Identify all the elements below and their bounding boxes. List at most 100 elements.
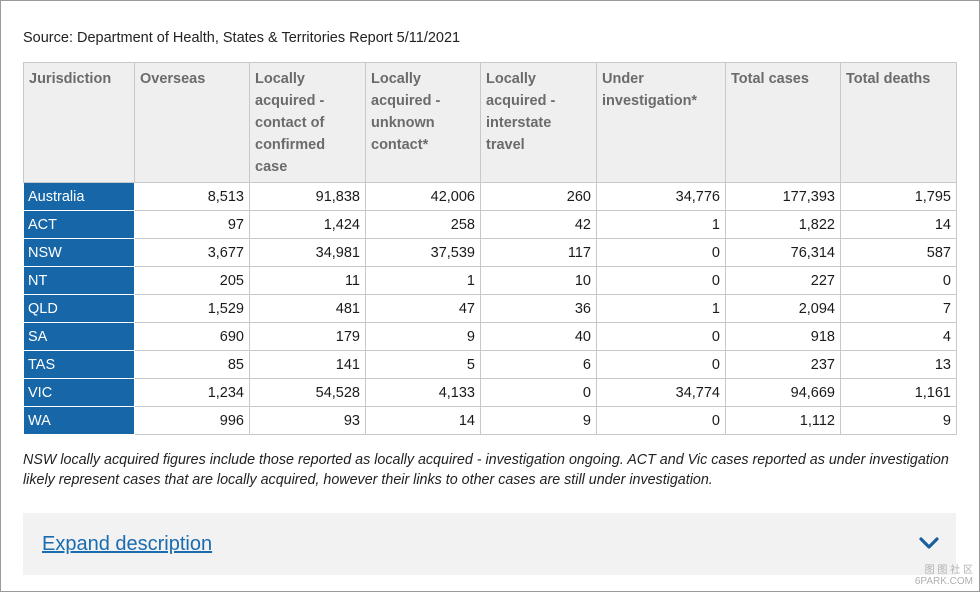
table-cell: 1,424: [249, 210, 366, 239]
watermark: 图 图 社 区 6PARK.COM: [915, 565, 973, 587]
jurisdiction-cell: NSW: [23, 238, 135, 267]
table-cell: 227: [725, 266, 841, 295]
table-cell: 237: [725, 350, 841, 379]
table-cell: 481: [249, 294, 366, 323]
column-header: Locally acquired - unknown contact*: [365, 62, 481, 183]
table-cell: 177,393: [725, 182, 841, 211]
table-cell: 258: [365, 210, 481, 239]
table-cell: 5: [365, 350, 481, 379]
table-row: SA 690 179 9 40 0 918 4: [23, 322, 957, 351]
table-cell: 0: [596, 350, 726, 379]
watermark-line-1: 图 图 社 区: [924, 565, 973, 576]
table-row: ACT 97 1,424 258 42 1 1,822 14: [23, 210, 957, 239]
table-cell: 34,776: [596, 182, 726, 211]
table-cell: 10: [480, 266, 597, 295]
table-cell: 0: [596, 322, 726, 351]
table-body: Australia 8,513 91,838 42,006 260 34,776 177,3…: [23, 182, 957, 435]
table-cell: 54,528: [249, 378, 366, 407]
table-row: Australia 8,513 91,838 42,006 260 34,776 177,3…: [23, 182, 957, 211]
table-row: QLD 1,529 481 47 36 1 2,094 7: [23, 294, 957, 323]
table-cell: 0: [840, 266, 957, 295]
table-cell: 6: [480, 350, 597, 379]
table-cell: 3,677: [134, 238, 250, 267]
table-cell: 42,006: [365, 182, 481, 211]
table-cell: 690: [134, 322, 250, 351]
jurisdiction-cell: SA: [23, 322, 135, 351]
table-cell: 7: [840, 294, 957, 323]
jurisdiction-cell: NT: [23, 266, 135, 295]
table-cell: 1,161: [840, 378, 957, 407]
table-cell: 0: [480, 378, 597, 407]
table-cell: 179: [249, 322, 366, 351]
table-cell: 1,822: [725, 210, 841, 239]
jurisdiction-cell: TAS: [23, 350, 135, 379]
table-cell: 117: [480, 238, 597, 267]
table-source: Source: Department of Health, States & T…: [23, 30, 461, 46]
table-cell: 1,795: [840, 182, 957, 211]
table-cell: 141: [249, 350, 366, 379]
table-cell: 4: [840, 322, 957, 351]
table-cell: 4,133: [365, 378, 481, 407]
watermark-line-2: 6PARK.COM: [914, 576, 973, 587]
table-cell: 996: [134, 406, 250, 435]
jurisdiction-cell: ACT: [23, 210, 135, 239]
table-cell: 918: [725, 322, 841, 351]
table-cell: 1: [596, 294, 726, 323]
table-cell: 42: [480, 210, 597, 239]
table-cell: 2,094: [725, 294, 841, 323]
column-header: Jurisdiction: [23, 62, 135, 183]
jurisdiction-cell: WA: [23, 406, 135, 435]
table-cell: 34,774: [596, 378, 726, 407]
expand-description-link[interactable]: Expand description: [42, 533, 212, 556]
table-cell: 94,669: [725, 378, 841, 407]
table-cell: 9: [365, 322, 481, 351]
expand-description-button[interactable]: Expand description: [23, 513, 956, 575]
table-cell: 1: [365, 266, 481, 295]
table-cell: 260: [480, 182, 597, 211]
table-cell: 0: [596, 406, 726, 435]
table-cell: 9: [840, 406, 957, 435]
table-row: WA 996 93 14 9 0 1,112 9: [23, 406, 957, 435]
table-cell: 85: [134, 350, 250, 379]
table-cell: 36: [480, 294, 597, 323]
table-cell: 40: [480, 322, 597, 351]
column-header: Locally acquired - interstate travel: [480, 62, 597, 183]
table-cell: 0: [596, 238, 726, 267]
table-footnote: NSW locally acquired figures include tho…: [23, 452, 949, 488]
table-cell: 587: [840, 238, 957, 267]
table-cell: 1,234: [134, 378, 250, 407]
table-header-row: Jurisdiction Overseas Locally acquired - c…: [23, 62, 957, 183]
column-header: Locally acquired - contact of confirmed …: [249, 62, 366, 183]
jurisdiction-cell: VIC: [23, 378, 135, 407]
covid-cases-table: Jurisdiction Overseas Locally acquired - c…: [23, 62, 957, 435]
table-cell: 91,838: [249, 182, 366, 211]
table-cell: 0: [596, 266, 726, 295]
column-header: Total cases: [725, 62, 841, 183]
table-cell: 14: [840, 210, 957, 239]
table-cell: 76,314: [725, 238, 841, 267]
table-cell: 13: [840, 350, 957, 379]
table-cell: 1: [596, 210, 726, 239]
table-cell: 93: [249, 406, 366, 435]
table-cell: 205: [134, 266, 250, 295]
table-cell: 97: [134, 210, 250, 239]
jurisdiction-cell: QLD: [23, 294, 135, 323]
table-cell: 47: [365, 294, 481, 323]
table-cell: 34,981: [249, 238, 366, 267]
table-cell: 11: [249, 266, 366, 295]
table-cell: 1,112: [725, 406, 841, 435]
chevron-down-icon[interactable]: [918, 535, 940, 551]
table-row: TAS 85 141 5 6 0 237 13: [23, 350, 957, 379]
table-row: NSW 3,677 34,981 37,539 117 0 76,314 587: [23, 238, 957, 267]
jurisdiction-cell: Australia: [23, 182, 135, 211]
table-cell: 8,513: [134, 182, 250, 211]
table-cell: 14: [365, 406, 481, 435]
table-cell: 37,539: [365, 238, 481, 267]
table-row: VIC 1,234 54,528 4,133 0 34,774 94,669 1,161: [23, 378, 957, 407]
table-cell: 1,529: [134, 294, 250, 323]
table-row: NT 205 11 1 10 0 227 0: [23, 266, 957, 295]
table-cell: 9: [480, 406, 597, 435]
column-header: Overseas: [134, 62, 250, 183]
column-header: Under investigation*: [596, 62, 726, 183]
column-header: Total deaths: [840, 62, 957, 183]
